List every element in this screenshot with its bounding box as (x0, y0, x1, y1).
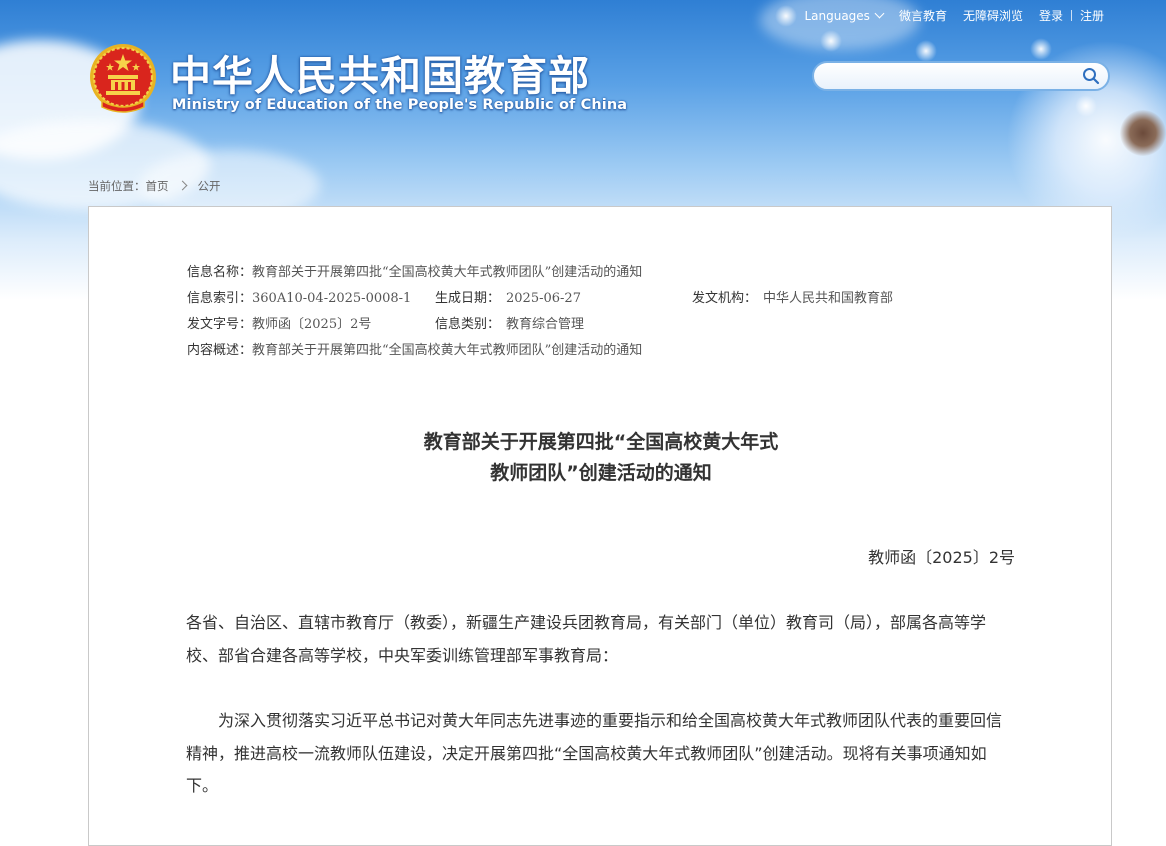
document-title-line1: 教育部关于开展第四批“全国高校黄大年式 (423, 431, 779, 453)
breadcrumb-home[interactable]: 首页 (146, 179, 169, 193)
document-info-table: 信息名称：教育部关于开展第四批“全国高校黄大年式教师团队”创建活动的通知 信息索… (187, 260, 893, 364)
search-icon[interactable] (1082, 67, 1100, 85)
info-row-docno: 发文字号：教师函〔2025〕2号 信息类别： 教育综合管理 (187, 312, 642, 338)
site-title-english: Ministry of Education of the People's Re… (172, 97, 628, 113)
document-number: 教师函〔2025〕2号 (868, 548, 1015, 567)
chevron-down-icon (874, 8, 885, 18)
accessibility-link[interactable]: 无障碍浏览 (955, 7, 1031, 24)
info-issuer-cell: 发文机构： 中华人民共和国教育部 (692, 286, 893, 312)
info-name-value: 教育部关于开展第四批“全国高校黄大年式教师团队”创建活动的通知 (252, 265, 643, 280)
document-addressee: 各省、自治区、直辖市教育厅（教委），新疆生产建设兵团教育局，有关部门（单位）教育… (186, 613, 987, 665)
search-box (812, 61, 1110, 91)
info-row-summary: 内容概述：教育部关于开展第四批“全国高校黄大年式教师团队”创建活动的通知 (187, 338, 642, 364)
national-emblem-icon[interactable] (88, 43, 158, 115)
info-summary-value: 教育部关于开展第四批“全国高校黄大年式教师团队”创建活动的通知 (252, 343, 643, 358)
wechat-link[interactable]: 微言教育 (891, 7, 955, 24)
chevron-right-icon (177, 180, 187, 191)
content-panel: 信息名称：教育部关于开展第四批“全国高校黄大年式教师团队”创建活动的通知 信息索… (88, 206, 1112, 846)
info-category-cell: 信息类别： 教育综合管理 (435, 312, 584, 338)
info-docno-value: 教师函〔2025〕2号 (252, 317, 372, 332)
info-date-cell: 生成日期： 2025-06-27 (435, 286, 581, 312)
document-title: 教育部关于开展第四批“全国高校黄大年式 教师团队”创建活动的通知 (89, 427, 1113, 489)
info-date-label: 生成日期： (435, 291, 501, 306)
breadcrumb-label: 当前位置： (88, 179, 146, 193)
breadcrumb: 当前位置：首页 公开 (88, 178, 221, 194)
info-category-label: 信息类别： (435, 317, 501, 332)
info-name-label: 信息名称： (187, 265, 253, 280)
info-row-index: 信息索引：360A10-04-2025-0008-1 生成日期： 2025-06-… (187, 286, 893, 312)
languages-menu[interactable]: Languages (796, 8, 890, 23)
info-index-label: 信息索引： (187, 291, 253, 306)
site-title[interactable]: 中华人民共和国教育部 (170, 42, 590, 102)
document-title-line2: 教师团队”创建活动的通知 (490, 462, 712, 484)
info-docno-label: 发文字号： (187, 317, 253, 332)
register-link[interactable]: 注册 (1072, 7, 1112, 24)
document-paragraph: 为深入贯彻落实习近平总书记对黄大年同志先进事迹的重要指示和给全国高校黄大年式教师… (186, 711, 1003, 795)
info-category-value: 教育综合管理 (506, 317, 585, 332)
info-row-name: 信息名称：教育部关于开展第四批“全国高校黄大年式教师团队”创建活动的通知 (187, 260, 642, 286)
info-issuer-value: 中华人民共和国教育部 (763, 291, 894, 306)
top-navigation: Languages 微言教育 无障碍浏览 登录 注册 (796, 7, 1112, 24)
info-summary-label: 内容概述： (187, 343, 253, 358)
breadcrumb-section[interactable]: 公开 (198, 179, 221, 193)
info-date-value: 2025-06-27 (506, 291, 581, 306)
info-index-value: 360A10-04-2025-0008-1 (252, 291, 412, 306)
login-link[interactable]: 登录 (1031, 7, 1071, 24)
info-issuer-label: 发文机构： (692, 291, 758, 306)
search-input[interactable] (826, 66, 1080, 88)
